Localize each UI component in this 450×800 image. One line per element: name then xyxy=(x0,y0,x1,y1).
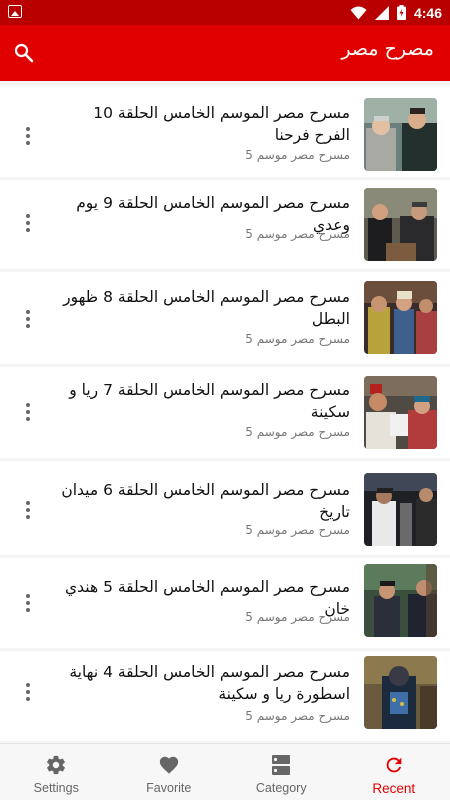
nav-favorite-label: Favorite xyxy=(146,781,192,795)
nav-category[interactable]: Category xyxy=(225,744,338,800)
episode-card[interactable]: مسرح مصر الموسم الخامس الحلقة 5 هندي خان… xyxy=(0,558,450,648)
episode-thumbnail[interactable] xyxy=(364,98,437,171)
battery-charging-icon xyxy=(396,5,406,20)
more-options-button[interactable] xyxy=(18,679,38,705)
gallery-notification-icon xyxy=(8,5,22,18)
bottom-navigation: Settings Favorite Category Recent xyxy=(0,743,450,800)
wifi-icon xyxy=(350,6,367,19)
episode-card[interactable]: مسرح مصر الموسم الخامس الحلقة 6 ميدان تا… xyxy=(0,461,450,555)
episode-thumbnail[interactable] xyxy=(364,281,437,354)
episode-subtitle: مسرح مصر موسم 5 xyxy=(245,709,350,723)
episode-title[interactable]: مسرح مصر الموسم الخامس الحلقة 10 الفرح ف… xyxy=(55,102,350,146)
category-icon xyxy=(272,755,291,775)
episode-card[interactable]: مسرح مصر الموسم الخامس الحلقة 9 يوم وعدي… xyxy=(0,180,450,269)
search-button[interactable] xyxy=(10,39,38,67)
nav-favorite[interactable]: Favorite xyxy=(113,744,226,800)
episode-thumbnail[interactable] xyxy=(364,564,437,637)
status-bar: 4:46 xyxy=(0,0,450,25)
more-options-button[interactable] xyxy=(18,123,38,149)
nav-category-label: Category xyxy=(255,781,307,795)
episode-subtitle: مسرح مصر موسم 5 xyxy=(245,227,350,241)
more-options-button[interactable] xyxy=(18,497,38,523)
nav-recent-label: Recent xyxy=(372,781,416,796)
more-options-button[interactable] xyxy=(18,210,38,236)
refresh-icon xyxy=(386,757,402,773)
more-options-button[interactable] xyxy=(18,590,38,616)
episode-subtitle: مسرح مصر موسم 5 xyxy=(245,332,350,346)
nav-settings-label: Settings xyxy=(33,781,79,795)
page-title: مصرح مصر xyxy=(341,38,434,60)
app-bar: مصرح مصر xyxy=(0,25,450,81)
episode-subtitle: مسرح مصر موسم 5 xyxy=(245,425,350,439)
nav-recent[interactable]: Recent xyxy=(338,744,450,800)
episode-list[interactable]: مسرح مصر الموسم الخامس الحلقة 10 الفرح ف… xyxy=(0,81,450,741)
episode-subtitle: مسرح مصر موسم 5 xyxy=(245,148,350,162)
signal-icon xyxy=(374,5,389,20)
episode-subtitle: مسرح مصر موسم 5 xyxy=(245,523,350,537)
episode-thumbnail[interactable] xyxy=(364,656,437,729)
episode-thumbnail[interactable] xyxy=(364,188,437,261)
gear-icon xyxy=(47,755,66,775)
more-options-button[interactable] xyxy=(18,399,38,425)
episode-title[interactable]: مسرح مصر الموسم الخامس الحلقة 7 ريا و سك… xyxy=(55,379,350,423)
episode-card[interactable]: مسرح مصر الموسم الخامس الحلقة 8 ظهور الب… xyxy=(0,272,450,364)
app-screen: 4:46 مصرح مصر مسرح مصر الموسم الخامس الح… xyxy=(0,0,450,800)
episode-title[interactable]: مسرح مصر الموسم الخامس الحلقة 6 ميدان تا… xyxy=(55,479,350,523)
episode-card[interactable]: مسرح مصر الموسم الخامس الحلقة 4 نهاية اس… xyxy=(0,651,450,741)
episode-subtitle: مسرح مصر موسم 5 xyxy=(245,610,350,624)
more-options-button[interactable] xyxy=(18,306,38,332)
episode-thumbnail[interactable] xyxy=(364,473,437,546)
nav-settings[interactable]: Settings xyxy=(0,744,113,800)
episode-thumbnail[interactable] xyxy=(364,376,437,449)
search-icon xyxy=(14,43,34,63)
heart-icon xyxy=(159,756,178,774)
status-time: 4:46 xyxy=(413,4,442,21)
episode-card[interactable]: مسرح مصر الموسم الخامس الحلقة 10 الفرح ف… xyxy=(0,86,450,177)
episode-title[interactable]: مسرح مصر الموسم الخامس الحلقة 8 ظهور الب… xyxy=(55,286,350,330)
episode-card[interactable]: مسرح مصر الموسم الخامس الحلقة 7 ريا و سك… xyxy=(0,367,450,458)
episode-title[interactable]: مسرح مصر الموسم الخامس الحلقة 4 نهاية اس… xyxy=(55,661,350,705)
